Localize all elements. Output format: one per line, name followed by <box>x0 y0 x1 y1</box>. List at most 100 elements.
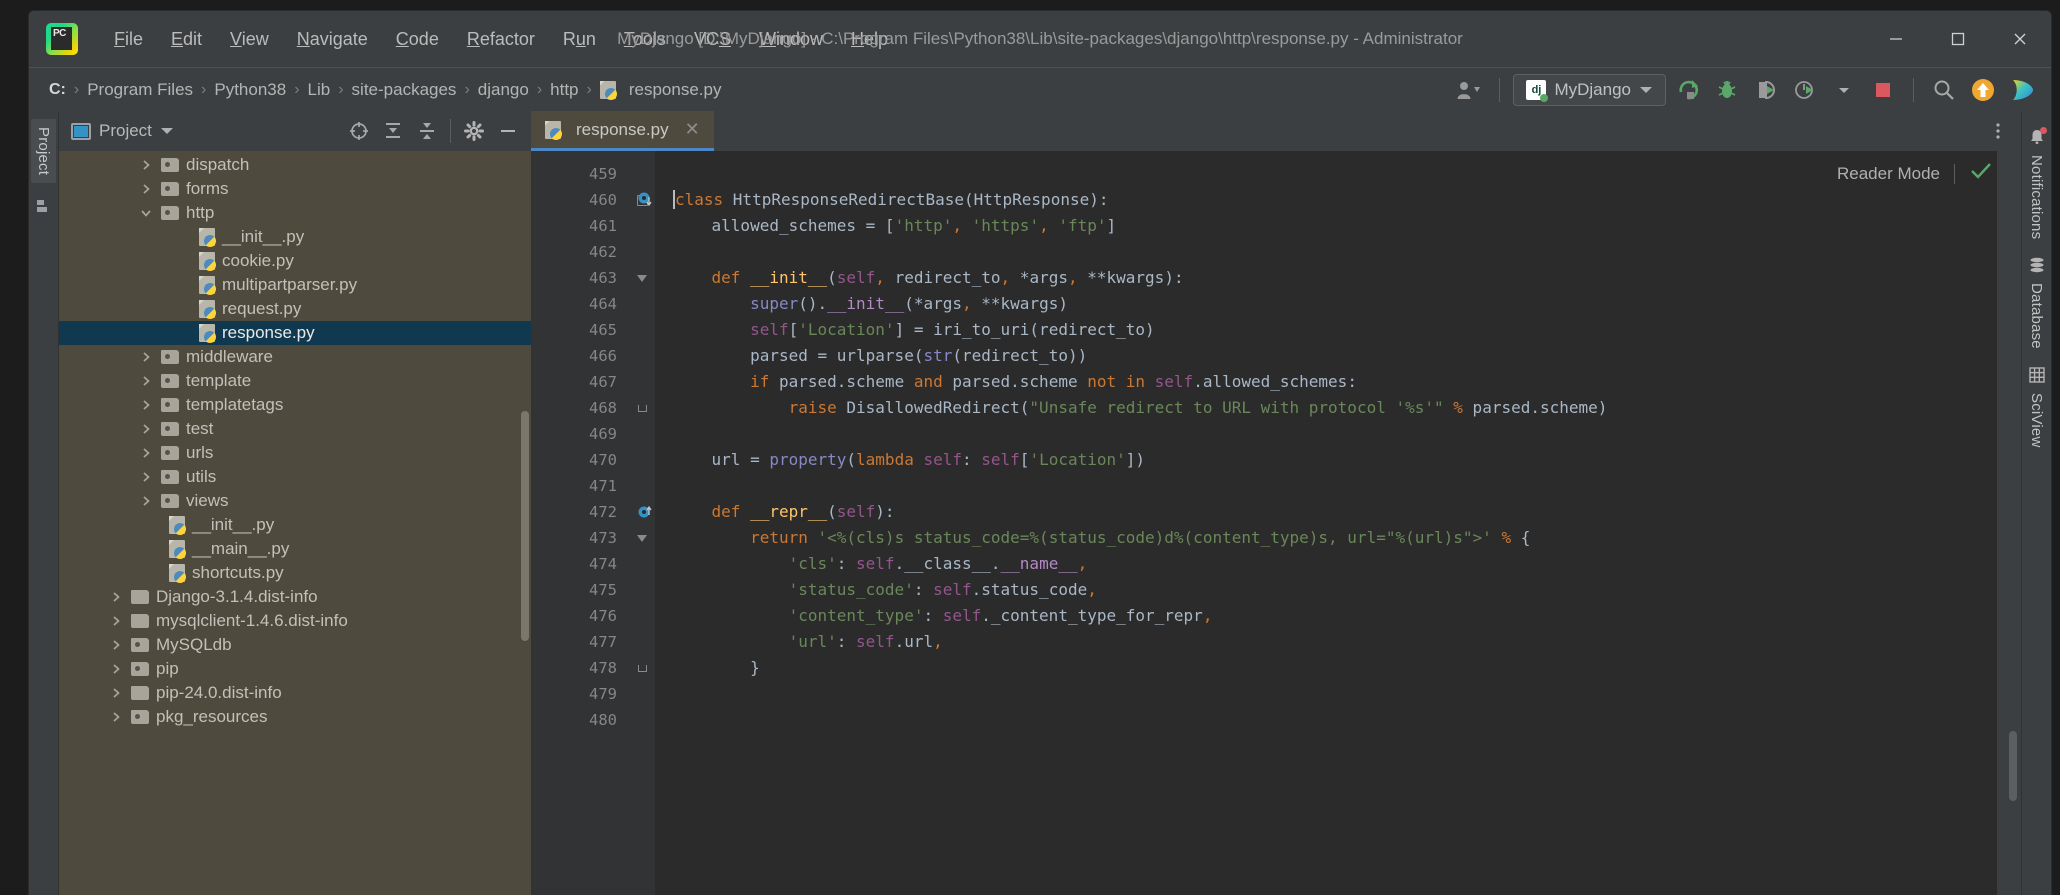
tree-item[interactable]: __init__.py <box>59 225 531 249</box>
update-button[interactable] <box>1966 73 2000 107</box>
sidebar-tab-project[interactable]: Project <box>31 119 56 184</box>
chevron-right-icon[interactable] <box>137 351 155 363</box>
tree-item[interactable]: test <box>59 417 531 441</box>
sidebar-tab-database[interactable]: Database <box>2025 277 2048 355</box>
code-line[interactable]: 'status_code': self.status_code, <box>673 577 1997 603</box>
chevron-right-icon[interactable] <box>137 399 155 411</box>
tree-item-selected[interactable]: response.py <box>59 321 531 345</box>
expand-all-button[interactable] <box>378 116 408 146</box>
code-line[interactable]: return '<%(cls)s status_code=%(status_co… <box>673 525 1997 551</box>
collapse-all-button[interactable] <box>412 116 442 146</box>
reader-mode-indicator[interactable]: Reader Mode <box>1837 161 1993 186</box>
menu-window[interactable]: Window <box>745 25 837 54</box>
chevron-right-icon[interactable] <box>107 687 125 699</box>
code-line[interactable]: self['Location'] = iri_to_uri(redirect_t… <box>673 317 1997 343</box>
line-number-gutter[interactable]: 459 460 461 462 463 464 465 466 467 468 469 470 471 4… <box>531 151 652 895</box>
sidebar-tab-sciview[interactable]: SciView <box>2025 387 2048 453</box>
tree-item[interactable]: __main__.py <box>59 537 531 561</box>
checkmark-icon[interactable] <box>1969 161 1993 186</box>
editor-tab-response-py[interactable]: response.py ✕ <box>531 111 714 151</box>
tree-item[interactable]: shortcuts.py <box>59 561 531 585</box>
tree-item[interactable]: middleware <box>59 345 531 369</box>
tree-item[interactable]: MySQLdb <box>59 633 531 657</box>
close-icon[interactable]: ✕ <box>685 119 700 140</box>
code-line[interactable]: class HttpResponseRedirectBase(HttpRespo… <box>673 187 1997 213</box>
user-account-icon[interactable] <box>1452 73 1486 107</box>
breadcrumb-item-1[interactable]: Program Files <box>81 78 199 102</box>
database-icon[interactable] <box>2027 255 2047 275</box>
project-tree[interactable]: dispatch forms http __init__.py cookie.py mul… <box>59 151 531 895</box>
code-line[interactable] <box>673 239 1997 265</box>
code-line[interactable]: raise DisallowedRedirect("Unsafe redirec… <box>673 395 1997 421</box>
tree-item[interactable]: templatetags <box>59 393 531 417</box>
breadcrumb-item-6[interactable]: http <box>544 78 584 102</box>
code-line[interactable] <box>673 681 1997 707</box>
code-line[interactable]: 'content_type': self._content_type_for_r… <box>673 603 1997 629</box>
tree-item[interactable]: mysqlclient-1.4.6.dist-info <box>59 609 531 633</box>
breadcrumb[interactable]: C: › Program Files › Python38 › Lib › si… <box>43 78 727 102</box>
code-line[interactable]: def __repr__(self): <box>673 499 1997 525</box>
profiler-dropdown-icon[interactable] <box>1827 73 1861 107</box>
stop-button[interactable] <box>1866 73 1900 107</box>
code-line[interactable]: super().__init__(*args, **kwargs) <box>673 291 1997 317</box>
debug-bug-icon[interactable] <box>1710 73 1744 107</box>
menu-vcs[interactable]: VCS <box>680 25 745 54</box>
run-configuration-selector[interactable]: dj MyDjango <box>1513 74 1666 106</box>
code-content[interactable]: class HttpResponseRedirectBase(HttpRespo… <box>655 151 1997 895</box>
chevron-right-icon[interactable] <box>107 663 125 675</box>
menu-bar[interactable]: File Edit View Navigate Code Refactor Ru… <box>100 25 902 54</box>
chevron-right-icon[interactable] <box>137 183 155 195</box>
tree-item[interactable]: http <box>59 201 531 225</box>
tree-item[interactable]: urls <box>59 441 531 465</box>
chevron-right-icon[interactable] <box>107 639 125 651</box>
code-line[interactable]: 'url': self.url, <box>673 629 1997 655</box>
code-line[interactable]: url = property(lambda self: self['Locati… <box>673 447 1997 473</box>
structure-icon[interactable] <box>35 197 53 215</box>
chevron-right-icon[interactable] <box>137 423 155 435</box>
grid-icon[interactable] <box>2027 365 2047 385</box>
menu-refactor[interactable]: Refactor <box>453 25 549 54</box>
menu-code[interactable]: Code <box>382 25 453 54</box>
chevron-right-icon[interactable] <box>137 495 155 507</box>
minimize-button[interactable] <box>1865 11 1927 67</box>
editor-scrollbar[interactable] <box>1997 151 2021 895</box>
tree-item[interactable]: dispatch <box>59 153 531 177</box>
fold-marker-icon[interactable] <box>629 265 655 291</box>
breadcrumb-item-file[interactable]: response.py <box>594 78 728 102</box>
menu-file[interactable]: File <box>100 25 157 54</box>
chevron-right-icon[interactable] <box>107 591 125 603</box>
code-line[interactable] <box>673 421 1997 447</box>
tree-item[interactable]: pip <box>59 657 531 681</box>
profiler-icon[interactable] <box>1788 73 1822 107</box>
tree-item[interactable]: request.py <box>59 297 531 321</box>
gear-icon[interactable] <box>459 116 489 146</box>
tree-item[interactable]: forms <box>59 177 531 201</box>
chevron-right-icon[interactable] <box>137 375 155 387</box>
tree-item[interactable]: pkg_resources <box>59 705 531 729</box>
hide-panel-button[interactable] <box>493 116 523 146</box>
coverage-icon[interactable] <box>1749 73 1783 107</box>
breadcrumb-item-5[interactable]: django <box>472 78 535 102</box>
fold-end-icon[interactable] <box>629 655 655 681</box>
bell-icon[interactable] <box>2027 127 2047 147</box>
menu-tools[interactable]: Tools <box>610 25 680 54</box>
run-button[interactable] <box>1671 73 1705 107</box>
tree-item[interactable]: utils <box>59 465 531 489</box>
menu-run[interactable]: Run <box>549 25 610 54</box>
tree-item[interactable]: __init__.py <box>59 513 531 537</box>
close-button[interactable] <box>1989 11 2051 67</box>
menu-view[interactable]: View <box>216 25 283 54</box>
code-line[interactable]: allowed_schemes = ['http', 'https', 'ftp… <box>673 213 1997 239</box>
breadcrumb-item-0[interactable]: C: <box>43 79 72 101</box>
code-line[interactable] <box>673 161 1997 187</box>
sidebar-tab-notifications[interactable]: Notifications <box>2025 149 2048 245</box>
gradient-arrow-icon[interactable] <box>2005 73 2039 107</box>
code-line[interactable]: def __init__(self, redirect_to, *args, *… <box>673 265 1997 291</box>
breadcrumb-item-3[interactable]: Lib <box>302 78 337 102</box>
tree-item[interactable]: multipartparser.py <box>59 273 531 297</box>
fold-marker-icon[interactable] <box>629 525 655 551</box>
breadcrumb-item-2[interactable]: Python38 <box>208 78 292 102</box>
more-vertical-icon[interactable] <box>1981 114 2015 148</box>
chevron-right-icon[interactable] <box>107 615 125 627</box>
menu-navigate[interactable]: Navigate <box>283 25 382 54</box>
